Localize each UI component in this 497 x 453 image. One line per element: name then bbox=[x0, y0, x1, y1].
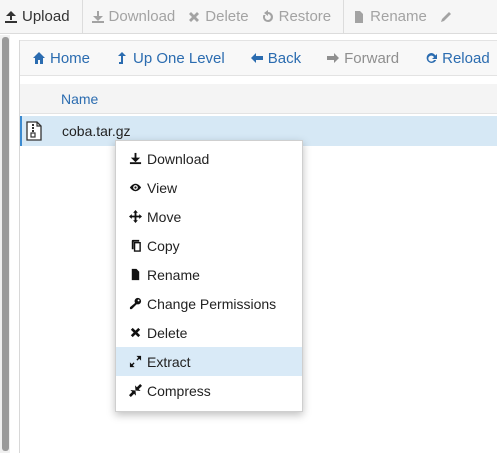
toolbar-divider bbox=[81, 0, 83, 34]
menu-item-view[interactable]: View bbox=[116, 173, 302, 202]
home-icon bbox=[33, 52, 45, 64]
eye-icon bbox=[129, 183, 142, 192]
context-menu: Download View Move Copy Rename Change Pe… bbox=[115, 140, 303, 412]
menu-item-label: Change Permissions bbox=[147, 295, 277, 312]
restore-label: Restore bbox=[278, 8, 332, 25]
move-icon bbox=[129, 210, 142, 223]
menu-item-compress[interactable]: Compress bbox=[116, 376, 302, 405]
forward-button[interactable]: Forward bbox=[326, 50, 399, 67]
menu-item-label: Compress bbox=[147, 382, 211, 399]
back-label: Back bbox=[267, 49, 302, 67]
rename-icon bbox=[355, 10, 364, 23]
home-label: Home bbox=[50, 49, 91, 67]
column-header-name[interactable]: Name bbox=[20, 84, 497, 114]
up-one-level-button[interactable]: Up One Level bbox=[115, 50, 225, 67]
level-up-icon bbox=[118, 52, 127, 64]
delete-label: Delete bbox=[205, 8, 249, 25]
restore-icon bbox=[262, 9, 273, 22]
download-button[interactable]: Download bbox=[87, 0, 184, 34]
menu-item-move[interactable]: Move bbox=[116, 202, 302, 231]
menu-item-copy[interactable]: Copy bbox=[116, 231, 302, 260]
menu-item-label: Rename bbox=[147, 266, 200, 283]
download-label: Download bbox=[108, 8, 176, 25]
scrollbar-thumb[interactable] bbox=[2, 37, 9, 451]
menu-item-delete[interactable]: Delete bbox=[116, 318, 302, 347]
back-button[interactable]: Back bbox=[250, 50, 301, 67]
key-icon bbox=[129, 297, 142, 310]
forward-label: Forward bbox=[344, 49, 400, 67]
file-name: coba.tar.gz bbox=[62, 123, 131, 139]
expand-icon bbox=[129, 355, 142, 368]
delete-button[interactable]: Delete bbox=[183, 0, 256, 34]
menu-item-change-permissions[interactable]: Change Permissions bbox=[116, 289, 302, 318]
edit-button[interactable] bbox=[435, 0, 465, 34]
left-scrollbar[interactable] bbox=[0, 35, 10, 453]
reload-label: Reload bbox=[442, 49, 490, 67]
toolbar-divider bbox=[343, 0, 345, 34]
toolbar: Upload Download Delete Restore Rename bbox=[0, 0, 497, 34]
copy-icon bbox=[131, 239, 141, 252]
arrow-right-icon bbox=[327, 53, 340, 63]
menu-item-label: Copy bbox=[147, 237, 180, 254]
upload-button[interactable]: Upload bbox=[0, 0, 78, 34]
up-one-level-label: Up One Level bbox=[133, 49, 225, 67]
compress-icon bbox=[129, 384, 142, 397]
home-button[interactable]: Home bbox=[32, 50, 90, 67]
restore-button[interactable]: Restore bbox=[257, 0, 340, 34]
reload-icon bbox=[426, 53, 438, 63]
archive-file-icon bbox=[26, 121, 42, 141]
menu-item-label: View bbox=[147, 179, 178, 196]
menu-item-rename[interactable]: Rename bbox=[116, 260, 302, 289]
download-icon bbox=[91, 10, 104, 23]
upload-label: Upload bbox=[22, 8, 70, 25]
menu-item-label: Extract bbox=[147, 353, 191, 370]
upload-icon bbox=[5, 10, 17, 23]
rename-button[interactable]: Rename bbox=[348, 0, 435, 34]
column-header-name-label: Name bbox=[61, 91, 99, 107]
menu-item-download[interactable]: Download bbox=[116, 144, 302, 173]
arrow-left-icon bbox=[250, 53, 263, 63]
download-icon bbox=[129, 152, 142, 165]
reload-button[interactable]: Reload bbox=[424, 50, 490, 67]
navigation-bar: Home Up One Level Back Forward Reload bbox=[20, 40, 497, 76]
file-icon bbox=[131, 268, 140, 281]
edit-icon bbox=[440, 11, 451, 22]
menu-item-label: Delete bbox=[147, 324, 188, 341]
menu-item-label: Move bbox=[147, 208, 182, 225]
close-icon bbox=[130, 327, 141, 338]
menu-item-label: Download bbox=[147, 150, 210, 167]
menu-item-extract[interactable]: Extract bbox=[116, 347, 302, 376]
delete-icon bbox=[189, 11, 200, 22]
rename-label: Rename bbox=[370, 8, 427, 25]
